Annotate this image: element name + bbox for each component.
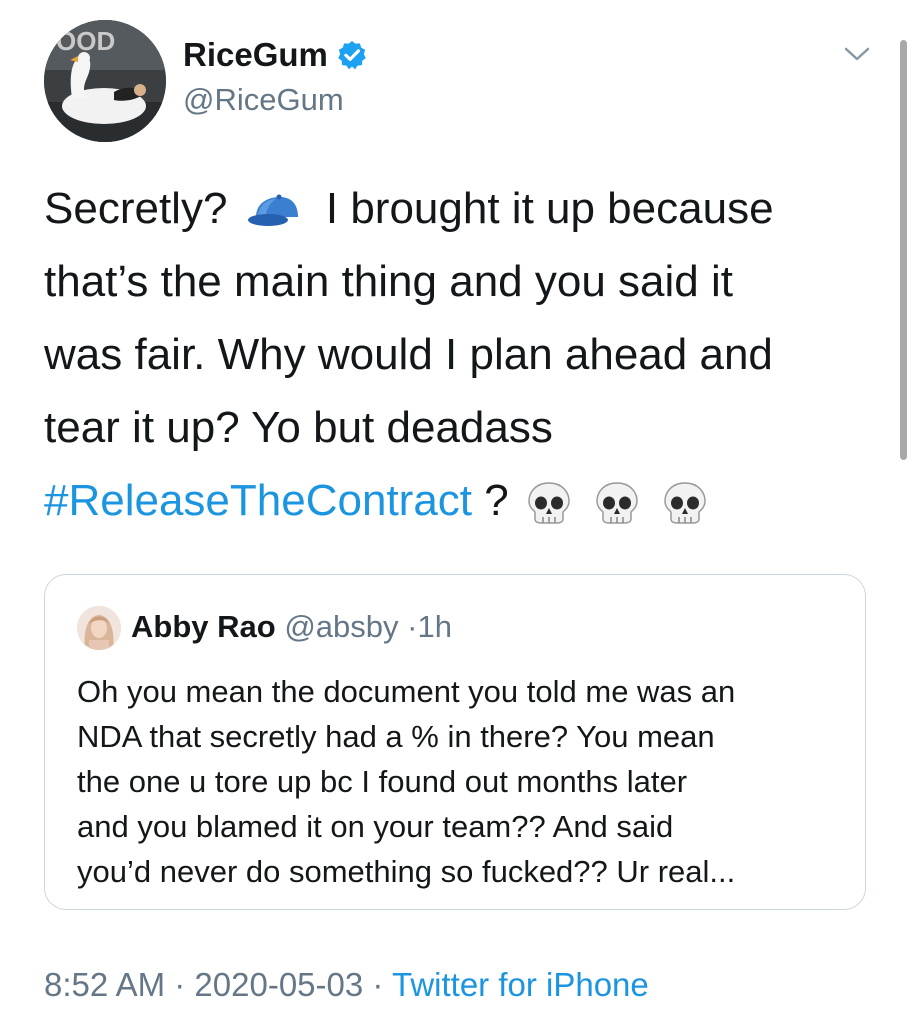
quoted-tweet-time: 1h	[417, 609, 452, 644]
quoted-author-handle[interactable]: @absby	[284, 609, 398, 644]
skull-icon	[528, 482, 570, 525]
tweet-time[interactable]: 8:52 AM	[44, 966, 165, 1003]
skull-emojis	[509, 476, 714, 525]
skull-icon	[596, 482, 638, 525]
quoted-author-name[interactable]: Abby Rao	[131, 609, 276, 644]
skull-icon	[664, 482, 707, 525]
footer-separator: ·	[174, 966, 186, 1003]
tweet-detail: OOD RiceGum @RiceGum Secretly? I brought…	[0, 0, 912, 1024]
hashtag-link[interactable]: #ReleaseTheContract	[44, 476, 472, 525]
author-display-name[interactable]: RiceGum	[183, 36, 368, 74]
quoted-tweet-header: Abby Rao @absby ·1h	[131, 609, 452, 645]
author-name-text: RiceGum	[183, 36, 328, 73]
quoted-line: Oh you mean the document you told me was…	[77, 674, 736, 709]
meta-separator: ·	[407, 609, 418, 644]
quoted-line: the one u tore up bc I found out months …	[77, 764, 688, 799]
quoted-tweet-card[interactable]: Abby Rao @absby ·1h Oh you mean the docu…	[44, 574, 866, 910]
tweet-line: tear it up? Yo but deadass	[44, 403, 553, 452]
footer-separator: ·	[372, 966, 384, 1003]
quoted-author-avatar[interactable]	[77, 606, 121, 650]
tweet-source-link[interactable]: Twitter for iPhone	[392, 966, 649, 1003]
tweet-text-segment: I brought it up because	[325, 184, 774, 233]
quoted-line: NDA that secretly had a % in there? You …	[77, 719, 715, 754]
chevron-down-icon[interactable]	[843, 44, 871, 64]
svg-text:OOD: OOD	[56, 26, 115, 56]
tweet-line: that’s the main thing and you said it	[44, 257, 733, 306]
avatar-image: OOD	[44, 20, 166, 142]
tweet-date[interactable]: 2020-05-03	[194, 966, 363, 1003]
author-avatar[interactable]: OOD	[44, 20, 166, 142]
tweet-text-segment: Secretly?	[44, 184, 228, 233]
tweet-line: was fair. Why would I plan ahead and	[44, 330, 773, 379]
tweet-footer: 8:52 AM · 2020-05-03 · Twitter for iPhon…	[44, 966, 649, 1004]
verified-badge-icon	[338, 41, 366, 70]
quoted-line: and you blamed it on your team?? And sai…	[77, 809, 674, 844]
tweet-line: Secretly? I brought it up because	[44, 172, 844, 245]
tweet-line: #ReleaseTheContract ?	[44, 464, 844, 537]
quoted-tweet-text: Oh you mean the document you told me was…	[77, 669, 847, 894]
scrollbar[interactable]	[900, 40, 907, 460]
tweet-text: Secretly? I brought it up because that’s…	[44, 172, 844, 537]
blue-cap-icon	[247, 194, 298, 227]
author-handle[interactable]: @RiceGum	[183, 82, 344, 118]
tweet-text-segment: ?	[484, 476, 509, 525]
avatar-image	[77, 606, 121, 650]
quoted-line: you’d never do something so fucked?? Ur …	[77, 854, 736, 889]
